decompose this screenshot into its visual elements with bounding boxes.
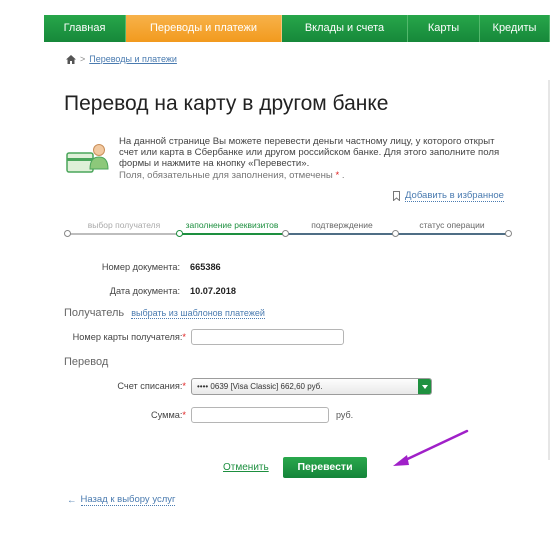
info-text: На данной странице Вы можете перевести д… (119, 136, 504, 181)
step-label-status: статус операции (419, 220, 485, 230)
nav-item-transfers[interactable]: Переводы и платежи (126, 15, 282, 42)
card-user-icon (66, 144, 109, 173)
cancel-link[interactable]: Отменить (223, 462, 269, 473)
card-number-required-star: * (182, 332, 186, 342)
step-label-confirmation: подтверждение (311, 220, 373, 230)
nav-item-deposits[interactable]: Вклады и счета (282, 15, 408, 42)
bookmark-icon (393, 191, 400, 201)
document-date-label: Дата документа: (109, 286, 180, 296)
progress-steps: выбор получателя заполнение реквизитов п… (62, 218, 514, 240)
account-label: Счет списания:* (80, 381, 186, 391)
required-note-dot: . (341, 169, 345, 181)
currency-label: руб. (336, 410, 354, 420)
main-nav: Главная Переводы и платежи Вклады и счет… (44, 15, 550, 42)
breadcrumb-separator: > (80, 54, 86, 64)
recipient-section: Получатель выбрать из шаблонов платежей (64, 307, 265, 319)
step-dot-1 (64, 230, 71, 237)
back-to-services-link[interactable]: Назад к выбору услуг (80, 494, 176, 506)
required-note: Поля, обязательные для заполнения, отмеч… (119, 170, 504, 181)
breadcrumb-link-transfers[interactable]: Переводы и платежи (89, 54, 177, 64)
document-number-label: Номер документа: (101, 262, 180, 272)
card-number-label: Номер карты получателя:* (50, 332, 186, 342)
step-label-fill-details: заполнение реквизитов (185, 220, 279, 230)
transfer-section-title: Перевод (64, 356, 109, 368)
progress-line-done (66, 233, 179, 235)
choose-template-link[interactable]: выбрать из шаблонов платежей (131, 308, 265, 319)
chevron-down-icon[interactable] (418, 379, 431, 394)
recipient-section-title: Получатель (64, 307, 125, 319)
required-star: * (335, 169, 340, 181)
amount-label: Сумма:* (100, 410, 186, 420)
home-icon[interactable] (66, 54, 76, 64)
add-to-favorites-link[interactable]: Добавить в избранное (405, 190, 504, 202)
document-number-value: 665386 (190, 262, 221, 272)
add-to-favorites[interactable]: Добавить в избранное (393, 190, 504, 202)
step-dot-5 (505, 230, 512, 237)
account-select[interactable]: •••• 0639 [Visa Classic] 662,60 руб. (191, 378, 432, 395)
back-to-services[interactable]: ← Назад к выбору услуг (67, 494, 176, 506)
step-dot-2 (176, 230, 183, 237)
card-number-label-text: Номер карты получателя: (72, 332, 183, 342)
info-description: На данной странице Вы можете перевести д… (119, 136, 500, 170)
step-label-select-recipient: выбор получателя (87, 220, 161, 230)
amount-input[interactable] (191, 407, 329, 423)
back-arrow-icon: ← (67, 494, 77, 506)
progress-line-current (179, 233, 285, 235)
annotation-arrow-icon (393, 429, 469, 466)
amount-label-text: Сумма: (151, 410, 183, 420)
page-title: Перевод на карту в другом банке (64, 92, 389, 115)
transfer-button[interactable]: Перевести (283, 457, 367, 478)
account-required-star: * (182, 381, 186, 391)
step-dot-4 (392, 230, 399, 237)
required-note-text: Поля, обязательные для заполнения, отмеч… (119, 169, 333, 181)
nav-item-home[interactable]: Главная (44, 15, 126, 42)
account-label-text: Счет списания: (117, 381, 183, 391)
nav-item-cards[interactable]: Карты (408, 15, 480, 42)
account-select-value: •••• 0639 [Visa Classic] 662,60 руб. (197, 382, 323, 391)
step-dot-3 (282, 230, 289, 237)
amount-required-star: * (182, 410, 186, 420)
card-number-input[interactable] (191, 329, 344, 345)
nav-item-credits[interactable]: Кредиты (480, 15, 550, 42)
breadcrumb: > Переводы и платежи (66, 54, 177, 64)
document-date-value: 10.07.2018 (190, 286, 236, 296)
